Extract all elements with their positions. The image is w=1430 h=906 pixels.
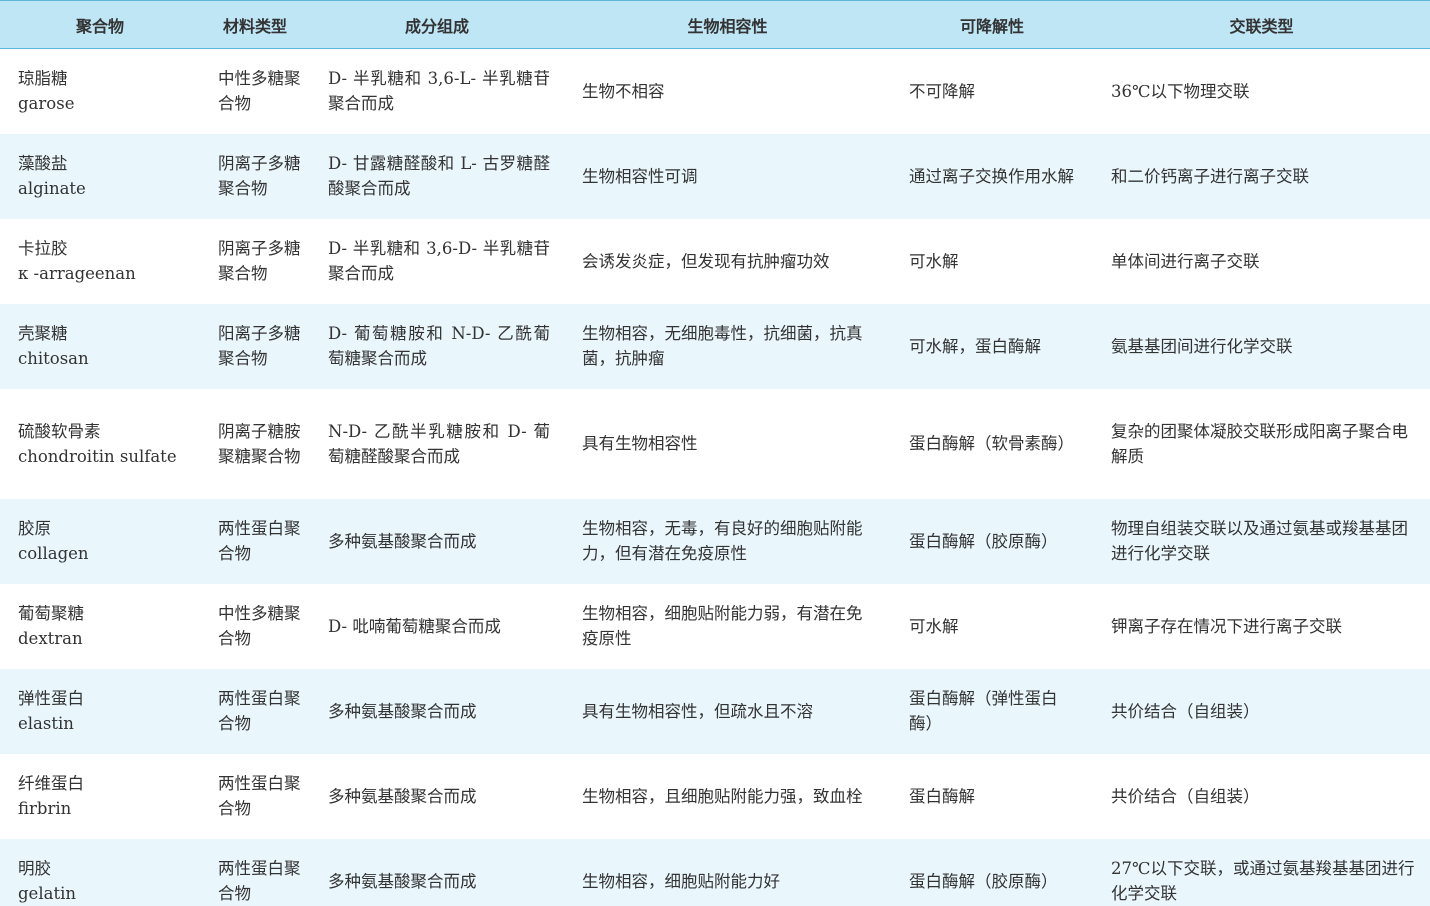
polymer-name-en: alginate <box>18 179 86 198</box>
table-body: 琼脂糖 garose 中性多糖聚合物 D- 半乳糖和 3,6-L- 半乳糖苷聚合而成生… <box>0 48 1430 906</box>
cell-biocompatibility: 生物相容，细胞贴附能力弱，有潜在免疫原性 <box>582 604 863 648</box>
cell-crosslink-type: 氨基基团间进行化学交联 <box>1111 336 1293 356</box>
cell-composition: D- 半乳糖和 3,6-L- 半乳糖苷聚合而成 <box>328 69 550 114</box>
cell-composition: 多种氨基酸聚合而成 <box>328 531 477 551</box>
cell-material-type: 中性多糖聚合物 <box>218 604 301 648</box>
polymer-name-en: firbrin <box>18 799 72 818</box>
polymer-table: 聚合物 材料类型 成分组成 生物相容性 可降解性 交联类型 琼脂糖 garose 中… <box>0 0 1430 906</box>
polymer-name-zh: 胶原 <box>18 519 51 538</box>
polymer-name-en: collagen <box>18 544 89 563</box>
table-row: 胶原 collagen 两性蛋白聚合物 多种氨基酸聚合而成 生物相容，无毒，有良好的细胞… <box>0 498 1430 584</box>
cell-degradability: 不可降解 <box>909 81 975 101</box>
polymer-name-zh: 藻酸盐 <box>18 154 68 173</box>
polymer-name-en: chitosan <box>18 349 89 368</box>
polymer-name-zh: 弹性蛋白 <box>18 689 84 708</box>
header-composition: 成分组成 <box>404 16 469 36</box>
table-row: 明胶 gelatin 两性蛋白聚合物 多种氨基酸聚合而成 生物相容，细胞贴附能力好 蛋白酶… <box>0 838 1430 906</box>
cell-polymer: 琼脂糖 garose <box>0 49 200 134</box>
table-row: 壳聚糖 chitosan 阳离子多糖聚合物 D- 葡萄糖胺和 N-D- 乙酰葡萄糖聚合… <box>0 303 1430 389</box>
cell-polymer: 藻酸盐 alginate <box>0 134 200 219</box>
cell-material-type: 阴离子多糖聚合物 <box>218 239 301 283</box>
header-polymer: 聚合物 <box>75 16 124 36</box>
table-row: 纤维蛋白 firbrin 两性蛋白聚合物 多种氨基酸聚合而成 生物相容，且细胞贴附能力强… <box>0 753 1430 839</box>
polymer-name-zh: 卡拉胶 <box>18 239 68 258</box>
cell-polymer: 壳聚糖 chitosan <box>0 304 200 389</box>
polymer-name-zh: 硫酸软骨素 <box>18 421 101 441</box>
cell-biocompatibility: 具有生物相容性 <box>582 434 698 453</box>
cell-degradability: 蛋白酶解（胶原酶） <box>909 531 1058 551</box>
cell-polymer: 硫酸软骨素 chondroitin sulfate <box>0 389 200 499</box>
cell-composition: 多种氨基酸聚合而成 <box>328 701 477 721</box>
cell-degradability: 可水解，蛋白酶解 <box>909 336 1041 356</box>
polymer-name-en: dextran <box>18 629 83 648</box>
cell-crosslink-type: 共价结合（自组装） <box>1111 786 1260 806</box>
cell-biocompatibility: 生物相容性可调 <box>582 166 698 186</box>
cell-crosslink-type: 单体间进行离子交联 <box>1111 251 1260 271</box>
cell-composition: 多种氨基酸聚合而成 <box>328 786 477 806</box>
cell-crosslink-type: 钾离子存在情况下进行离子交联 <box>1111 616 1342 636</box>
cell-degradability: 蛋白酶解（胶原酶） <box>909 871 1058 891</box>
cell-polymer: 弹性蛋白 elastin <box>0 669 200 754</box>
cell-crosslink-type: 共价结合（自组装） <box>1111 701 1260 721</box>
cell-composition: D- 半乳糖和 3,6-D- 半乳糖苷聚合而成 <box>328 239 550 283</box>
polymer-name-en: elastin <box>18 714 74 733</box>
cell-biocompatibility: 生物相容，无细胞毒性，抗细菌，抗真菌，抗肿瘤 <box>582 324 863 368</box>
cell-crosslink-type: 36℃以下物理交联 <box>1111 81 1250 101</box>
polymer-name-en: garose <box>18 94 75 114</box>
cell-biocompatibility: 生物相容，无毒，有良好的细胞贴附能力，但有潜在免疫原性 <box>582 519 863 563</box>
cell-biocompatibility: 会诱发炎症，但发现有抗肿瘤功效 <box>582 251 830 271</box>
cell-degradability: 通过离子交换作用水解 <box>909 166 1074 186</box>
polymer-name-en: chondroitin sulfate <box>18 446 177 466</box>
cell-biocompatibility: 生物相容，细胞贴附能力好 <box>582 871 780 891</box>
cell-degradability: 可水解 <box>909 616 959 636</box>
cell-material-type: 两性蛋白聚合物 <box>218 774 301 818</box>
cell-polymer: 葡萄聚糖 dextran <box>0 584 200 669</box>
cell-material-type: 两性蛋白聚合物 <box>218 519 301 563</box>
cell-degradability: 蛋白酶解 <box>909 786 975 806</box>
cell-biocompatibility: 生物相容，且细胞贴附能力强，致血栓 <box>582 786 863 806</box>
cell-polymer: 卡拉胶 κ -arrageenan <box>0 219 200 304</box>
cell-degradability: 蛋白酶解（弹性蛋白酶） <box>909 689 1058 733</box>
cell-crosslink-type: 复杂的团聚体凝胶交联形成阳离子聚合电解质 <box>1111 421 1408 466</box>
cell-material-type: 阴离子多糖聚合物 <box>218 154 301 198</box>
cell-polymer: 明胶 gelatin <box>0 839 200 906</box>
cell-polymer: 胶原 collagen <box>0 499 200 584</box>
header-biocompatibility: 生物相容性 <box>687 16 768 36</box>
header-material-type: 材料类型 <box>222 16 287 36</box>
cell-material-type: 中性多糖聚合物 <box>218 69 301 114</box>
polymer-name-zh: 纤维蛋白 <box>18 774 84 793</box>
cell-composition: 多种氨基酸聚合而成 <box>328 871 477 891</box>
cell-composition: N-D- 乙酰半乳糖胺和 D- 葡萄糖醛酸聚合而成 <box>328 421 550 466</box>
polymer-name-en: gelatin <box>18 884 76 903</box>
polymer-name-zh: 壳聚糖 <box>18 324 68 343</box>
cell-crosslink-type: 和二价钙离子进行离子交联 <box>1111 166 1309 186</box>
table-row: 葡萄聚糖 dextran 中性多糖聚合物 D- 吡喃葡萄糖聚合而成 生物相容，细胞贴附能… <box>0 583 1430 669</box>
header-crosslink-type: 交联类型 <box>1229 16 1294 36</box>
table-row: 琼脂糖 garose 中性多糖聚合物 D- 半乳糖和 3,6-L- 半乳糖苷聚合而成 生… <box>0 48 1430 134</box>
header-degradability: 可降解性 <box>959 16 1024 36</box>
cell-degradability: 可水解 <box>909 251 959 271</box>
table-header-row: 聚合物 材料类型 成分组成 生物相容性 可降解性 交联类型 <box>0 0 1430 49</box>
cell-biocompatibility: 具有生物相容性，但疏水且不溶 <box>582 701 813 721</box>
polymer-name-zh: 葡萄聚糖 <box>18 604 84 623</box>
table-row: 弹性蛋白 elastin 两性蛋白聚合物 多种氨基酸聚合而成 具有生物相容性，但疏水且不… <box>0 668 1430 754</box>
cell-biocompatibility: 生物不相容 <box>582 81 665 101</box>
cell-material-type: 阳离子多糖聚合物 <box>218 324 301 368</box>
cell-crosslink-type: 27℃以下交联，或通过氨基羧基基团进行化学交联 <box>1111 859 1415 903</box>
cell-material-type: 两性蛋白聚合物 <box>218 859 301 903</box>
table-row: 硫酸软骨素 chondroitin sulfate 阴离子糖胺聚糖聚合物 N-D- 乙… <box>0 388 1430 499</box>
polymer-name-en: κ -arrageenan <box>18 264 136 283</box>
cell-material-type: 两性蛋白聚合物 <box>218 689 301 733</box>
cell-composition: D- 葡萄糖胺和 N-D- 乙酰葡萄糖聚合而成 <box>328 324 550 368</box>
table-row: 藻酸盐 alginate 阴离子多糖聚合物 D- 甘露糖醛酸和 L- 古罗糖醛酸聚合而… <box>0 133 1430 219</box>
cell-polymer: 纤维蛋白 firbrin <box>0 754 200 839</box>
polymer-name-zh: 琼脂糖 <box>18 69 68 89</box>
cell-crosslink-type: 物理自组装交联以及通过氨基或羧基基团进行化学交联 <box>1111 519 1408 563</box>
table-row: 卡拉胶 κ -arrageenan 阴离子多糖聚合物 D- 半乳糖和 3,6-D- 半… <box>0 218 1430 304</box>
polymer-name-zh: 明胶 <box>18 859 51 878</box>
cell-composition: D- 吡喃葡萄糖聚合而成 <box>328 616 501 636</box>
cell-material-type: 阴离子糖胺聚糖聚合物 <box>218 421 301 466</box>
cell-degradability: 蛋白酶解（软骨素酶） <box>909 434 1074 453</box>
cell-composition: D- 甘露糖醛酸和 L- 古罗糖醛酸聚合而成 <box>328 154 550 198</box>
